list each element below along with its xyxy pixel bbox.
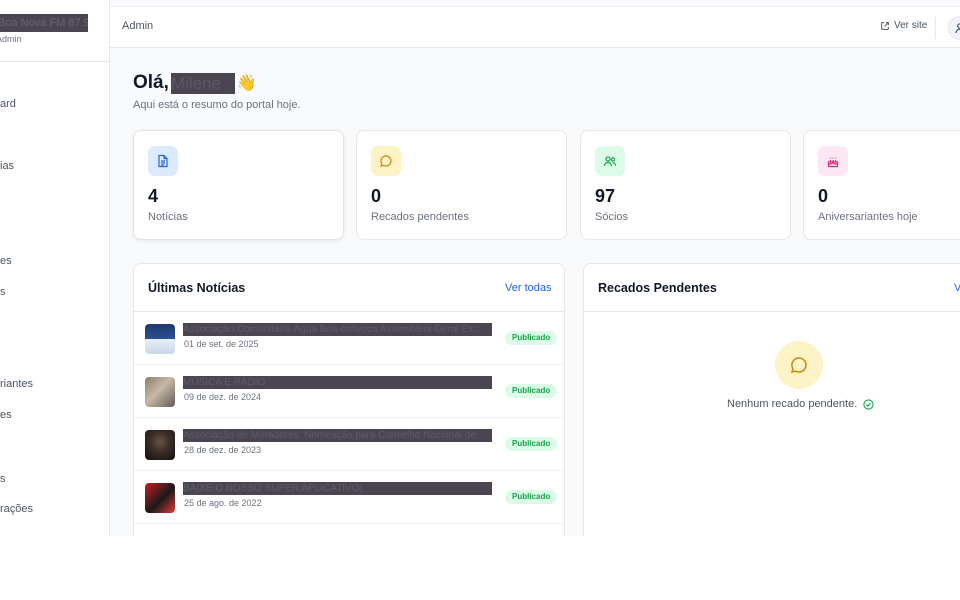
app-frame: Boa Nova FM 87.9 Admin ard ias es s rian…	[0, 0, 960, 536]
news-title-redacted: MÚSICA E RÁDIO	[183, 376, 492, 389]
stat-label: Recados pendentes	[371, 211, 469, 223]
stat-value: 97	[595, 186, 616, 206]
chat-bubble-icon	[775, 341, 823, 389]
blank-area	[0, 536, 960, 600]
page-title: Olá, Milene 👋	[133, 72, 257, 94]
news-thumbnail	[145, 430, 175, 460]
stat-value: 0	[371, 186, 382, 206]
news-date: 09 de dez. de 2024	[184, 392, 262, 402]
stat-label: Notícias	[148, 211, 188, 223]
news-date: 01 de set. de 2025	[184, 339, 259, 349]
news-thumbnail	[145, 483, 175, 513]
sidebar-item-aniversariantes[interactable]: riantes	[0, 378, 33, 390]
sidebar-item-6[interactable]: es	[0, 409, 12, 421]
brand-subtitle: Admin	[0, 34, 22, 44]
sidebar-item-4[interactable]: s	[0, 286, 6, 298]
status-badge: Publicado	[505, 331, 558, 345]
ver-site-label: Ver site	[894, 20, 928, 31]
status-badge: Publicado	[505, 490, 558, 504]
panel-header: Últimas Notícias Ver todas	[134, 264, 564, 312]
news-title-redacted: BAIXE O NOSSO SUPER APLICATIVO!	[183, 482, 492, 495]
stat-label: Aniversariantes hoje	[818, 211, 918, 223]
cake-icon	[818, 146, 848, 176]
panel-header: Recados Pendentes V	[584, 264, 960, 312]
news-thumbnail	[145, 377, 175, 407]
panel-title: Recados Pendentes	[598, 281, 717, 295]
ver-todos-link[interactable]: V	[954, 282, 960, 294]
status-badge: Publicado	[505, 437, 558, 451]
stat-value: 4	[148, 186, 159, 206]
sidebar-item-configuracoes[interactable]: rações	[0, 503, 33, 515]
news-row[interactable]: BAIXE O NOSSO SUPER APLICATIVO! 25 de ag…	[134, 471, 564, 524]
greeting-prefix: Olá,	[133, 72, 169, 93]
ver-site-link[interactable]: Ver site	[880, 20, 927, 31]
stat-card-recados[interactable]: 0 Recados pendentes	[356, 130, 567, 240]
page-subtitle: Aqui está o resumo do portal hoje.	[133, 99, 301, 111]
topbar-separator	[935, 17, 936, 39]
sidebar: Boa Nova FM 87.9 Admin ard ias es s rian…	[0, 0, 110, 536]
users-icon	[595, 146, 625, 176]
user-menu-button[interactable]	[948, 16, 960, 40]
sidebar-item-dashboard[interactable]: ard	[0, 98, 16, 110]
news-row[interactable]: Associação Comunitária Água Boa convoca …	[134, 312, 564, 365]
user-name-redacted: Milene	[170, 72, 235, 94]
brand-name: Boa Nova FM 87.9	[0, 14, 88, 32]
topbar: Admin Ver site	[110, 6, 960, 48]
empty-state-text: Nenhum recado pendente.	[727, 398, 858, 410]
topbar-title: Admin	[122, 20, 154, 32]
news-title-redacted: Associação de Moradores: Nomeação para C…	[183, 429, 492, 442]
ver-todas-link[interactable]: Ver todas	[505, 282, 551, 294]
stat-card-socios[interactable]: 97 Sócios	[580, 130, 791, 240]
wave-emoji: 👋	[236, 75, 257, 92]
check-circle-icon	[863, 398, 874, 410]
pending-messages-panel: Recados Pendentes V Nenhum recado penden…	[583, 263, 960, 536]
panel-title: Últimas Notícias	[148, 281, 246, 295]
news-row[interactable]: Associação de Moradores: Nomeação para C…	[134, 418, 564, 471]
news-thumbnail	[145, 324, 175, 354]
sidebar-item-7[interactable]: s	[0, 473, 6, 485]
stat-value: 0	[818, 186, 829, 206]
brand[interactable]: Boa Nova FM 87.9 Admin	[0, 14, 90, 44]
stat-card-noticias[interactable]: 4 Notícias	[133, 130, 344, 240]
news-title-redacted: Associação Comunitária Água Boa convoca …	[183, 323, 492, 336]
news-date: 25 de ago. de 2022	[184, 498, 262, 508]
external-link-icon	[881, 21, 889, 30]
stat-label: Sócios	[595, 211, 629, 223]
stat-card-aniversariantes[interactable]: 0 Aniversariantes hoje	[803, 130, 960, 240]
news-date: 28 de dez. de 2023	[184, 445, 262, 455]
news-row[interactable]: MÚSICA E RÁDIO 09 de dez. de 2024 Public…	[134, 365, 564, 418]
sidebar-divider	[0, 61, 109, 62]
status-badge: Publicado	[505, 384, 558, 398]
sidebar-item-3[interactable]: es	[0, 255, 12, 267]
empty-state: Nenhum recado pendente.	[727, 398, 874, 410]
latest-news-panel: Últimas Notícias Ver todas Associação Co…	[133, 263, 565, 536]
chat-bubble-icon	[371, 146, 401, 176]
document-icon	[148, 146, 178, 176]
sidebar-item-noticias[interactable]: ias	[0, 160, 14, 172]
user-icon	[955, 23, 960, 34]
